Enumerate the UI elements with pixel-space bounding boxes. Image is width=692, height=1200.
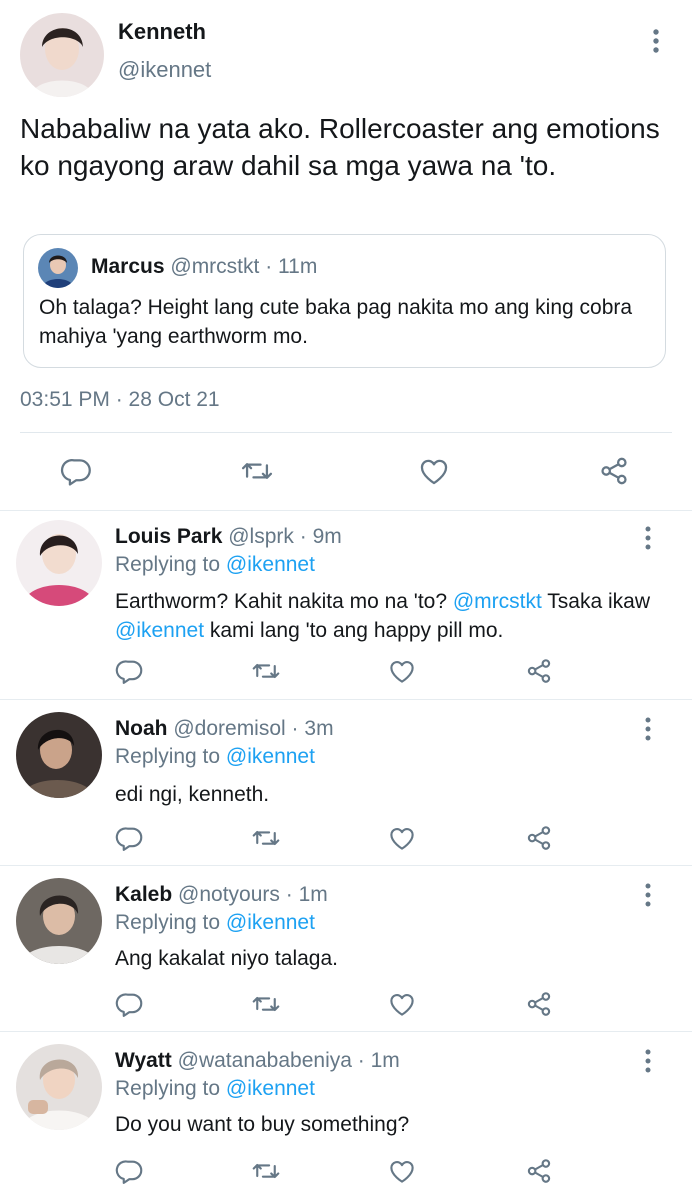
retweet-icon[interactable]: [251, 989, 281, 1019]
reply-tweet[interactable]: Kaleb @notyours · 1m Replying to @ikenne…: [0, 866, 692, 1031]
author-name[interactable]: Kaleb: [115, 883, 172, 906]
main-tweet: Kenneth @ikennet Nababaliw na yata ako. …: [0, 0, 692, 510]
share-icon[interactable]: [597, 454, 631, 488]
like-icon[interactable]: [387, 989, 417, 1019]
author-name[interactable]: Noah: [115, 717, 168, 740]
reply-icon[interactable]: [60, 454, 94, 488]
share-icon[interactable]: [524, 823, 554, 853]
reply-text: edi ngi, kenneth.: [115, 783, 270, 806]
separator-dot: ·: [357, 1049, 365, 1072]
replying-to-label: Replying to: [115, 553, 221, 576]
reply-text-segment: Tsaka ikaw: [541, 590, 651, 613]
author-handle[interactable]: @notyours: [178, 883, 280, 906]
reply-time: 3m: [304, 717, 334, 740]
separator-dot: ·: [285, 883, 293, 906]
quoted-tweet-text: Oh talaga? Height lang cute baka pag nak…: [39, 296, 633, 348]
author-handle[interactable]: @watanababeniya: [178, 1049, 352, 1072]
reply-time: 1m: [298, 883, 328, 906]
author-handle[interactable]: @ikennet: [118, 57, 211, 83]
more-options-icon[interactable]: [642, 1048, 654, 1079]
retweet-icon[interactable]: [240, 454, 274, 488]
avatar[interactable]: [16, 712, 102, 798]
author-handle[interactable]: @lsprk: [228, 525, 294, 548]
quoted-tweet-header: Marcus @mrcstkt · 11m: [91, 255, 317, 279]
like-icon[interactable]: [417, 454, 451, 488]
reply-text-segment: kami lang 'to ang happy pill mo.: [204, 619, 504, 642]
reply-icon[interactable]: [115, 989, 145, 1019]
reply-tweet[interactable]: Wyatt @watanababeniya · 1m Replying to @…: [0, 1032, 692, 1200]
retweet-icon[interactable]: [251, 1156, 281, 1186]
reply-icon[interactable]: [115, 1156, 145, 1186]
replying-to-label: Replying to: [115, 745, 221, 768]
retweet-icon[interactable]: [251, 656, 281, 686]
like-icon[interactable]: [387, 656, 417, 686]
like-icon[interactable]: [387, 823, 417, 853]
reply-tweet[interactable]: Louis Park @lsprk · 9m Replying to @iken…: [0, 511, 692, 699]
quoted-author-handle: @mrcstkt: [170, 255, 260, 278]
separator-dot: ·: [265, 255, 273, 278]
reply-text: Ang kakalat niyo talaga.: [115, 947, 338, 970]
author-name[interactable]: Louis Park: [115, 525, 222, 548]
avatar[interactable]: [16, 520, 102, 606]
share-icon[interactable]: [524, 989, 554, 1019]
reply-header: Noah @doremisol · 3m: [115, 717, 334, 741]
avatar[interactable]: [16, 878, 102, 964]
mention-link[interactable]: @ikennet: [226, 911, 315, 934]
like-icon[interactable]: [387, 1156, 417, 1186]
author-name[interactable]: Wyatt: [115, 1049, 172, 1072]
quoted-time: 11m: [278, 255, 318, 278]
reply-icon[interactable]: [115, 656, 145, 686]
tweet-timestamp[interactable]: 03:51 PM · 28 Oct 21: [20, 388, 220, 412]
mention-link[interactable]: @mrcstkt: [453, 590, 542, 613]
more-options-icon[interactable]: [642, 525, 654, 556]
reply-header: Kaleb @notyours · 1m: [115, 883, 328, 907]
more-options-icon[interactable]: [650, 28, 662, 59]
reply-text: Earthworm? Kahit nakita mo na 'to? @mrcs…: [115, 587, 675, 645]
mention-link[interactable]: @ikennet: [115, 619, 204, 642]
retweet-icon[interactable]: [251, 823, 281, 853]
replying-to: Replying to @ikennet: [115, 911, 315, 935]
avatar: [38, 248, 78, 288]
author-handle[interactable]: @doremisol: [173, 717, 285, 740]
reply-header: Wyatt @watanababeniya · 1m: [115, 1049, 400, 1073]
quoted-author-name: Marcus: [91, 255, 165, 278]
replying-to: Replying to @ikennet: [115, 553, 315, 577]
mention-link[interactable]: @ikennet: [226, 745, 315, 768]
mention-link[interactable]: @ikennet: [226, 553, 315, 576]
divider: [20, 432, 672, 433]
author-name[interactable]: Kenneth: [118, 19, 206, 45]
tweet-text: Nababaliw na yata ako. Rollercoaster ang…: [20, 113, 660, 181]
share-icon[interactable]: [524, 656, 554, 686]
reply-header: Louis Park @lsprk · 9m: [115, 525, 342, 549]
reply-text: Do you want to buy something?: [115, 1113, 410, 1136]
separator-dot: ·: [299, 525, 307, 548]
mention-link[interactable]: @ikennet: [226, 1077, 315, 1100]
reply-icon[interactable]: [115, 823, 145, 853]
reply-time: 9m: [312, 525, 342, 548]
replying-to-label: Replying to: [115, 911, 221, 934]
replying-to: Replying to @ikennet: [115, 1077, 315, 1101]
reply-tweet[interactable]: Noah @doremisol · 3m Replying to @ikenne…: [0, 700, 692, 865]
avatar[interactable]: [20, 13, 104, 97]
more-options-icon[interactable]: [642, 882, 654, 913]
quoted-tweet[interactable]: Marcus @mrcstkt · 11m Oh talaga? Height …: [23, 234, 666, 368]
avatar[interactable]: [16, 1044, 102, 1130]
replying-to: Replying to @ikennet: [115, 745, 315, 769]
replying-to-label: Replying to: [115, 1077, 221, 1100]
separator-dot: ·: [291, 717, 299, 740]
share-icon[interactable]: [524, 1156, 554, 1186]
reply-time: 1m: [370, 1049, 400, 1072]
more-options-icon[interactable]: [642, 716, 654, 747]
reply-text-segment: Earthworm? Kahit nakita mo na 'to?: [115, 590, 453, 613]
